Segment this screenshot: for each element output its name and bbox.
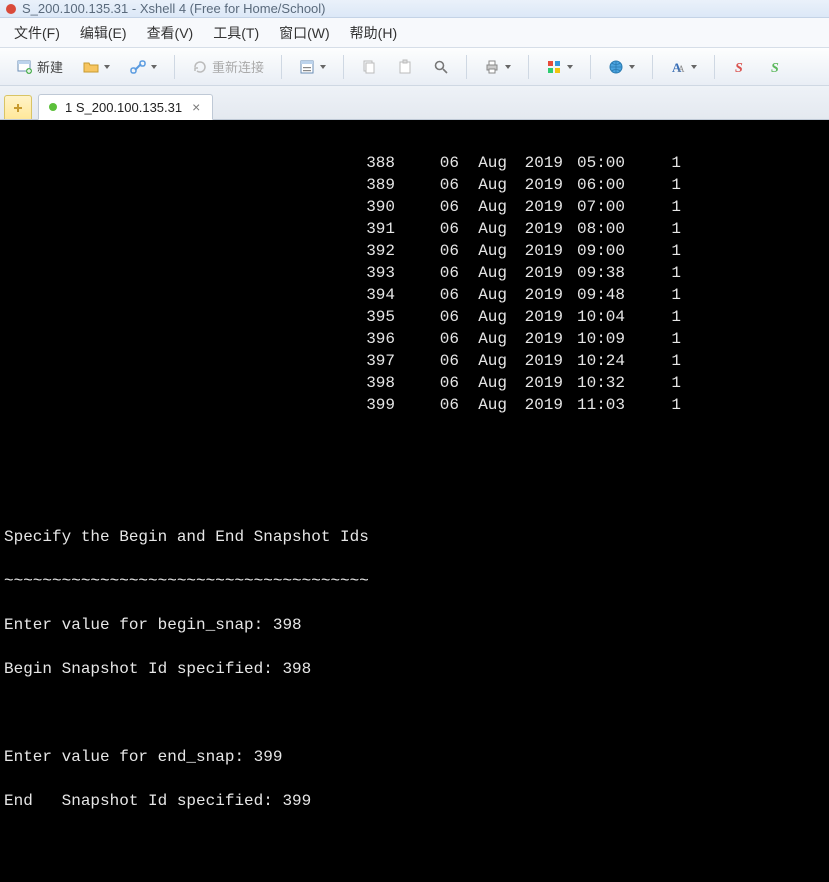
separator xyxy=(174,55,175,79)
script-s-button[interactable]: S xyxy=(725,55,755,79)
link-icon xyxy=(130,59,146,75)
snapshot-row: 39106Aug201908:001 xyxy=(4,218,825,240)
snapshot-row: 39606Aug201910:091 xyxy=(4,328,825,350)
color-scheme-button[interactable] xyxy=(539,55,580,79)
chevron-down-icon xyxy=(629,65,635,69)
separator xyxy=(652,55,653,79)
reconnect-label: 重新连接 xyxy=(212,57,264,76)
connect-button[interactable] xyxy=(123,55,164,79)
snapshot-row: 39406Aug201909:481 xyxy=(4,284,825,306)
snapshot-row: 39706Aug201910:241 xyxy=(4,350,825,372)
app-icon xyxy=(6,4,16,14)
menu-edit[interactable]: 编辑(E) xyxy=(80,23,127,43)
menu-help[interactable]: 帮助(H) xyxy=(350,23,397,43)
script-run-button[interactable]: S xyxy=(761,55,791,79)
folder-open-icon xyxy=(83,59,99,75)
tab-close-button[interactable]: × xyxy=(190,99,202,115)
open-button[interactable] xyxy=(76,55,117,79)
chevron-down-icon xyxy=(104,65,110,69)
print-icon xyxy=(484,59,500,75)
chevron-down-icon xyxy=(151,65,157,69)
copy-icon xyxy=(361,59,377,75)
menu-view[interactable]: 查看(V) xyxy=(147,23,194,43)
svg-text:A: A xyxy=(678,64,685,74)
svg-text:S: S xyxy=(735,61,743,75)
paste-button[interactable] xyxy=(390,55,420,79)
chevron-down-icon xyxy=(567,65,573,69)
term-line: Specify the Begin and End Snapshot Ids xyxy=(4,526,825,548)
snapshot-row: 39306Aug201909:381 xyxy=(4,262,825,284)
session-tab[interactable]: 1 S_200.100.135.31 × xyxy=(38,94,213,120)
globe-icon xyxy=(608,59,624,75)
web-button[interactable] xyxy=(601,55,642,79)
chevron-down-icon xyxy=(505,65,511,69)
toolbar: 新建 重新连接 AA xyxy=(0,48,829,86)
chevron-down-icon xyxy=(320,65,326,69)
new-label: 新建 xyxy=(37,57,63,76)
paste-icon xyxy=(397,59,413,75)
new-session-icon xyxy=(17,59,33,75)
term-line: Begin Snapshot Id specified: 398 xyxy=(4,658,825,680)
chevron-down-icon xyxy=(691,65,697,69)
snapshot-row: 39506Aug201910:041 xyxy=(4,306,825,328)
menu-bar: 文件(F) 编辑(E) 查看(V) 工具(T) 窗口(W) 帮助(H) xyxy=(0,18,829,48)
separator xyxy=(528,55,529,79)
separator xyxy=(714,55,715,79)
font-button[interactable]: AA xyxy=(663,55,704,79)
term-line: ~~~~~~~~~~~~~~~~~~~~~~~~~~~~~~~~~~~~~~ xyxy=(4,570,825,592)
reconnect-button[interactable]: 重新连接 xyxy=(185,53,271,80)
separator xyxy=(281,55,282,79)
properties-icon xyxy=(299,59,315,75)
snapshot-row: 38806Aug201905:001 xyxy=(4,152,825,174)
tab-strip: 1 S_200.100.135.31 × xyxy=(0,86,829,120)
separator xyxy=(466,55,467,79)
term-line: End Snapshot Id specified: 399 xyxy=(4,790,825,812)
window-title: S_200.100.135.31 - Xshell 4 (Free for Ho… xyxy=(22,1,326,16)
menu-window[interactable]: 窗口(W) xyxy=(279,23,330,43)
snapshot-row: 39206Aug201909:001 xyxy=(4,240,825,262)
s-green-icon: S xyxy=(768,59,784,75)
new-tab-button[interactable] xyxy=(4,95,32,119)
color-scheme-icon xyxy=(546,59,562,75)
snapshot-row: 39006Aug201907:001 xyxy=(4,196,825,218)
new-button[interactable]: 新建 xyxy=(10,53,70,80)
menu-file[interactable]: 文件(F) xyxy=(14,23,60,43)
status-dot-icon xyxy=(49,103,57,111)
s-red-icon: S xyxy=(732,59,748,75)
snapshot-row: 39906Aug201911:031 xyxy=(4,394,825,416)
plus-icon xyxy=(12,102,24,114)
svg-text:S: S xyxy=(771,61,779,75)
separator xyxy=(590,55,591,79)
snapshot-row: 39806Aug201910:321 xyxy=(4,372,825,394)
separator xyxy=(343,55,344,79)
reconnect-icon xyxy=(192,59,208,75)
font-icon: AA xyxy=(670,59,686,75)
find-button[interactable] xyxy=(426,55,456,79)
title-bar: S_200.100.135.31 - Xshell 4 (Free for Ho… xyxy=(0,0,829,18)
terminal-output[interactable]: 38806Aug201905:00138906Aug201906:0013900… xyxy=(0,120,829,882)
properties-button[interactable] xyxy=(292,55,333,79)
copy-button[interactable] xyxy=(354,55,384,79)
search-icon xyxy=(433,59,449,75)
term-line: Enter value for begin_snap: 398 xyxy=(4,614,825,636)
print-button[interactable] xyxy=(477,55,518,79)
menu-tool[interactable]: 工具(T) xyxy=(213,23,259,43)
snapshot-row: 38906Aug201906:001 xyxy=(4,174,825,196)
term-line: Enter value for end_snap: 399 xyxy=(4,746,825,768)
tab-label: 1 S_200.100.135.31 xyxy=(65,100,182,115)
